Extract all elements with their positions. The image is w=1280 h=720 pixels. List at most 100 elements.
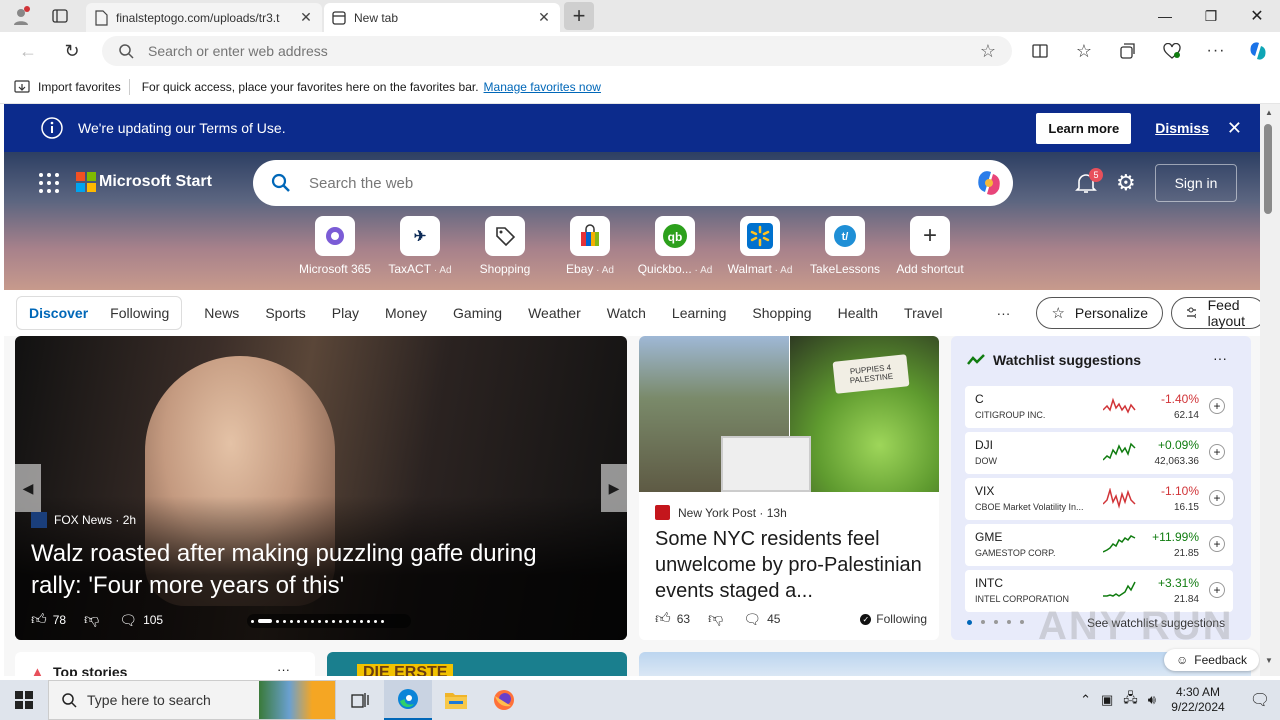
settings-button[interactable]: ⚙ (1116, 172, 1136, 194)
watchlist-more-icon[interactable]: ··· (1213, 350, 1227, 366)
shortcut-shopping[interactable]: Shopping (462, 216, 548, 276)
shortcut-taxact[interactable]: ✈ TaxACT · Ad (377, 216, 463, 276)
sky-story-card[interactable] (639, 652, 1251, 676)
tab-finalsteptogo[interactable]: finalsteptogo.com/uploads/tr3.t ✕ (86, 3, 322, 32)
nav-weather[interactable]: Weather (528, 305, 581, 321)
task-view-button[interactable] (336, 680, 384, 720)
camera-icon[interactable]: ▣ (1101, 692, 1113, 708)
browser-essentials-button[interactable] (1158, 38, 1186, 64)
start-button[interactable] (0, 680, 48, 720)
close-tab-icon[interactable]: ✕ (298, 9, 314, 26)
sign-in-button[interactable]: Sign in (1155, 164, 1237, 202)
shortcut-add[interactable]: + Add shortcut (887, 216, 973, 276)
thumbs-down-icon[interactable]: 👎︎ (708, 610, 723, 628)
nav-news[interactable]: News (204, 305, 239, 321)
learn-more-button[interactable]: Learn more (1036, 112, 1132, 144)
shortcut-quickbooks[interactable]: qb Quickbo... · Ad (632, 216, 718, 276)
feed-layout-button[interactable]: Feed layout (1171, 297, 1260, 329)
stock-row-c[interactable]: C CITIGROUP INC. -1.40% 62.14 + (965, 386, 1233, 428)
favorite-star-icon[interactable]: ☆ (980, 41, 996, 62)
notifications-button[interactable]: 5 (1075, 168, 1103, 197)
taskbar-firefox[interactable] (480, 680, 528, 720)
carousel-indicator[interactable] (247, 614, 411, 628)
manage-favorites-link[interactable]: Manage favorites now (484, 80, 601, 94)
scroll-thumb[interactable] (1264, 124, 1272, 214)
stock-row-dji[interactable]: DJI DOW +0.09% 42,063.36 + (965, 432, 1233, 474)
copilot-icon[interactable] (973, 167, 1005, 199)
main-story-card[interactable]: ◀ ▶ FOX News · 2h Walz roasted after mak… (15, 336, 627, 640)
maximize-button[interactable]: ❐ (1188, 0, 1234, 32)
thumbs-up-icon[interactable]: 👍︎ (31, 611, 47, 629)
add-to-watchlist-icon[interactable]: + (1209, 444, 1225, 460)
nav-health[interactable]: Health (838, 305, 878, 321)
nav-sports[interactable]: Sports (265, 305, 305, 321)
refresh-button[interactable]: ↻ (58, 38, 86, 64)
promo-card[interactable]: DIE ERSTE (327, 652, 627, 676)
scroll-down-icon[interactable]: ▼ (1265, 656, 1273, 665)
settings-more-button[interactable]: ··· (1202, 38, 1230, 64)
shortcut-microsoft-365[interactable]: Microsoft 365 (292, 216, 378, 276)
new-tab-button[interactable]: + (564, 2, 594, 30)
shortcut-walmart[interactable]: Walmart · Ad (717, 216, 803, 276)
apps-launcher-button[interactable] (38, 172, 60, 194)
favorites-button[interactable]: ☆ (1070, 38, 1098, 64)
following-status[interactable]: ✓ Following (860, 612, 927, 626)
carousel-next-button[interactable]: ▶ (601, 464, 627, 512)
scroll-up-icon[interactable]: ▲ (1265, 108, 1273, 117)
close-window-button[interactable]: ✕ (1234, 0, 1280, 32)
side-story-card[interactable]: PUPPIES 4 PALESTINE New York Post · 13h … (639, 336, 939, 640)
more-icon[interactable]: ··· (277, 662, 290, 676)
volume-icon[interactable]: 🔊︎ (1148, 692, 1156, 708)
watchlist-pager[interactable] (967, 620, 1024, 625)
tab-actions-button[interactable] (46, 4, 74, 28)
nav-shopping[interactable]: Shopping (752, 305, 811, 321)
nav-more-button[interactable]: ··· (996, 305, 1010, 321)
nav-money[interactable]: Money (385, 305, 427, 321)
notification-center-icon[interactable]: 🗨︎ (1240, 690, 1280, 710)
nav-play[interactable]: Play (332, 305, 359, 321)
carousel-prev-button[interactable]: ◀ (15, 464, 41, 512)
back-button[interactable]: ← (14, 38, 42, 64)
comment-icon[interactable]: 🗨︎ (743, 611, 761, 628)
thumbs-down-icon[interactable]: 👎︎ (84, 611, 99, 629)
collections-button[interactable] (1114, 38, 1142, 64)
address-bar[interactable]: ☆ (102, 36, 1012, 66)
taskbar-file-explorer[interactable] (432, 680, 480, 720)
main-headline[interactable]: Walz roasted after making puzzling gaffe… (31, 538, 591, 602)
side-headline[interactable]: Some NYC residents feel unwelcome by pro… (655, 526, 927, 604)
close-tab-icon[interactable]: ✕ (536, 9, 552, 26)
tab-new-tab[interactable]: New tab ✕ (324, 3, 560, 32)
network-icon[interactable]: 🖧︎ (1123, 689, 1138, 711)
tab-discover[interactable]: Discover (29, 305, 88, 321)
shortcut-takelessons[interactable]: t/ TakeLessons (802, 216, 888, 276)
stock-row-gme[interactable]: GME GAMESTOP CORP. +11.99% 21.85 + (965, 524, 1233, 566)
copilot-button[interactable] (1244, 37, 1272, 65)
add-to-watchlist-icon[interactable]: + (1209, 398, 1225, 414)
comment-icon[interactable]: 🗨︎ (119, 612, 137, 629)
tab-following[interactable]: Following (110, 305, 169, 321)
nav-gaming[interactable]: Gaming (453, 305, 502, 321)
nav-watch[interactable]: Watch (607, 305, 646, 321)
split-screen-button[interactable] (1026, 38, 1054, 64)
nav-travel[interactable]: Travel (904, 305, 942, 321)
address-input[interactable] (148, 43, 948, 59)
taskbar-edge[interactable] (384, 680, 432, 720)
microsoft-start-logo[interactable]: Microsoft Start (76, 172, 212, 192)
dismiss-link[interactable]: Dismiss (1155, 120, 1209, 136)
close-notice-icon[interactable]: ✕ (1227, 118, 1242, 139)
stock-row-vix[interactable]: VIX CBOE Market Volatility In... -1.10% 16.… (965, 478, 1233, 520)
import-favorites-button[interactable]: Import favorites (38, 80, 121, 94)
profile-avatar[interactable] (8, 4, 34, 28)
thumbs-up-icon[interactable]: 👍︎ (655, 610, 671, 628)
add-to-watchlist-icon[interactable]: + (1209, 582, 1225, 598)
minimize-button[interactable]: — (1142, 0, 1188, 32)
chevron-up-icon[interactable]: ⌃ (1080, 692, 1091, 708)
web-search-box[interactable]: Search the web (253, 160, 1013, 206)
feedback-button[interactable]: ☺ Feedback (1164, 649, 1259, 671)
taskbar-search[interactable]: Type here to search (48, 680, 336, 720)
clock[interactable]: 4:30 AM 9/22/2024 (1166, 685, 1230, 715)
add-to-watchlist-icon[interactable]: + (1209, 490, 1225, 506)
page-scrollbar[interactable]: ▲ ▼ (1260, 104, 1280, 676)
shortcut-ebay[interactable]: Ebay · Ad (547, 216, 633, 276)
nav-learning[interactable]: Learning (672, 305, 727, 321)
